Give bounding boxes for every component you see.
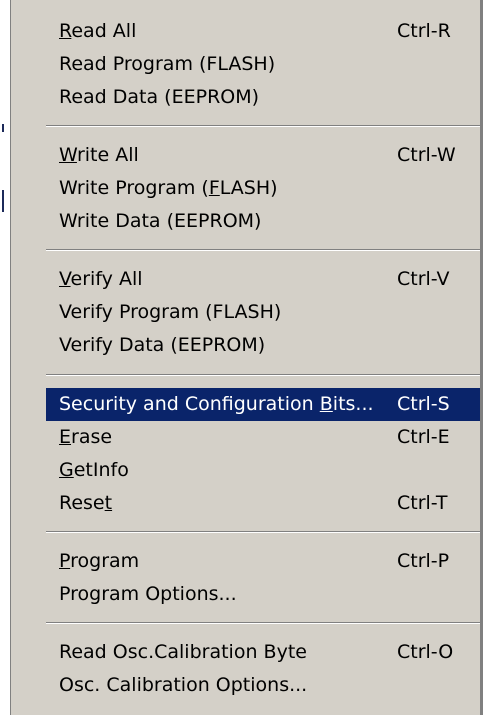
context-menu: Read All Ctrl-R Read Program (FLASH) Read D… xyxy=(46,0,480,715)
menu-item-label: Program xyxy=(59,550,140,572)
menu-item-reset[interactable]: Reset Ctrl-T xyxy=(46,487,480,520)
menu-item-shortcut: Ctrl-W xyxy=(397,144,456,166)
menu-item-shortcut: Ctrl-E xyxy=(397,426,450,448)
menu-item-shortcut: Ctrl-T xyxy=(397,492,448,514)
menu-item-verify-program-flash[interactable]: Verify Program (FLASH) xyxy=(46,296,480,329)
menu-item-shortcut: Ctrl-R xyxy=(397,20,451,42)
menu-item-label: Read Program (FLASH) xyxy=(59,53,276,75)
menu-item-shortcut: Ctrl-S xyxy=(397,393,450,415)
menu-item-erase[interactable]: Erase Ctrl-E xyxy=(46,421,480,454)
menu-item-verify-all[interactable]: Verify All Ctrl-V xyxy=(46,263,480,296)
parent-window-mark xyxy=(2,190,4,212)
menu-item-shortcut: Ctrl-V xyxy=(397,268,450,290)
menu-item-label: Read Data (EEPROM) xyxy=(59,86,260,108)
menu-item-read-program-flash[interactable]: Read Program (FLASH) xyxy=(46,48,480,81)
menu-separator xyxy=(46,125,480,127)
parent-window-edge xyxy=(0,0,11,715)
menu-item-verify-data-eeprom[interactable]: Verify Data (EEPROM) xyxy=(46,329,480,362)
menu-separator xyxy=(46,622,480,624)
menu-item-label: Osc. Calibration Options... xyxy=(59,674,308,696)
menu-item-label: Verify All xyxy=(59,268,143,290)
parent-window-mark xyxy=(2,124,4,132)
menu-item-label: Reset xyxy=(59,492,113,514)
menu-item-shortcut: Ctrl-P xyxy=(397,550,450,572)
menu-item-label: Program Options... xyxy=(59,583,237,605)
menu-item-label: Write Data (EEPROM) xyxy=(59,210,262,232)
menu-item-program-options[interactable]: Program Options... xyxy=(46,578,480,611)
menu-separator xyxy=(46,374,480,376)
menu-item-write-all[interactable]: Write All Ctrl-W xyxy=(46,139,480,172)
menu-item-label: Security and Configuration Bits... xyxy=(59,393,374,415)
menu-separator xyxy=(46,531,480,533)
menu-item-label: Verify Program (FLASH) xyxy=(59,301,282,323)
menu-item-label: Erase xyxy=(59,426,113,448)
menu-item-getinfo[interactable]: GetInfo xyxy=(46,454,480,487)
menu-item-program[interactable]: Program Ctrl-P xyxy=(46,545,480,578)
menu-item-label: Verify Data (EEPROM) xyxy=(59,334,266,356)
menu-item-security-and-configuration-bits[interactable]: Security and Configuration Bits... Ctrl-S xyxy=(46,388,480,421)
menu-item-label: Read All xyxy=(59,20,137,42)
menu-separator xyxy=(46,249,480,251)
menu-item-label: Write Program (FLASH) xyxy=(59,177,278,199)
menu-item-read-osc-calibration-byte[interactable]: Read Osc.Calibration Byte Ctrl-O xyxy=(46,636,480,669)
menu-item-label: Write All xyxy=(59,144,139,166)
menu-item-write-program-flash[interactable]: Write Program (FLASH) xyxy=(46,172,480,205)
menu-item-osc-calibration-options[interactable]: Osc. Calibration Options... xyxy=(46,669,480,702)
menu-item-shortcut: Ctrl-O xyxy=(397,641,454,663)
menu-item-read-all[interactable]: Read All Ctrl-R xyxy=(46,15,480,48)
menu-item-read-data-eeprom[interactable]: Read Data (EEPROM) xyxy=(46,81,480,114)
menu-item-label: GetInfo xyxy=(59,459,129,481)
menu-item-write-data-eeprom[interactable]: Write Data (EEPROM) xyxy=(46,205,480,238)
menu-item-label: Read Osc.Calibration Byte xyxy=(59,641,307,663)
